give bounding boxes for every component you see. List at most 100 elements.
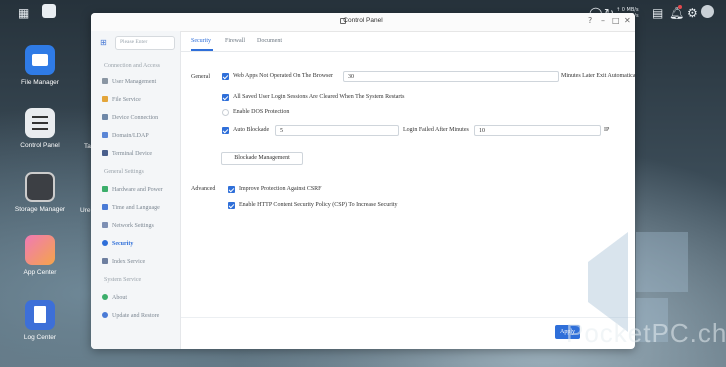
folder-icon <box>25 45 55 75</box>
sidebar-item-file-service[interactable]: File Service <box>102 94 178 106</box>
sidebar-item-label: Update and Restore <box>112 313 160 319</box>
notification-bell-icon[interactable]: 🔔︎ <box>669 6 684 20</box>
auto-logout-minutes-input[interactable]: 30 <box>343 71 559 82</box>
sidebar-item-index-service[interactable]: Index Service <box>102 256 178 268</box>
sidebar: ⊞ Please Enter Connection and Access Use… <box>91 31 181 349</box>
auto-blockade-checkbox[interactable] <box>222 127 229 134</box>
sidebar-item-label: User Management <box>112 79 157 85</box>
sidebar-section-general: General Settings <box>104 169 144 175</box>
user-avatar[interactable] <box>701 5 714 18</box>
blockade-management-button[interactable]: Blockade Management <box>221 152 303 165</box>
sidebar-item-label: Domain/LDAP <box>112 133 149 139</box>
advanced-heading: Advanced <box>191 186 216 192</box>
network-icon <box>102 222 108 228</box>
grid-view-icon[interactable]: ⊞ <box>100 38 107 47</box>
csp-checkbox[interactable] <box>228 202 235 209</box>
sidebar-item-about[interactable]: About <box>102 292 178 304</box>
clear-sessions-label: All Saved User Login Sessions Are Cleare… <box>233 94 405 100</box>
update-icon <box>102 312 108 318</box>
csp-label: Enable HTTP Content Security Policy (CSP… <box>239 202 398 208</box>
login-failed-label: Login Failed After Minutes <box>403 127 469 133</box>
widgets-icon[interactable]: ▤ <box>652 6 663 20</box>
ip-suffix: IP <box>604 127 610 133</box>
sidebar-item-label: Device Connection <box>112 115 159 121</box>
desktop-icon-label: File Manager <box>21 79 59 86</box>
info-icon <box>102 294 108 300</box>
minimize-icon[interactable]: – <box>601 16 605 25</box>
log-icon <box>25 300 55 330</box>
power-icon <box>102 186 108 192</box>
desktop-icon-label: Log Center <box>23 334 57 341</box>
auto-logout-label: Web Apps Not Operated On The Browser <box>233 73 334 79</box>
shield-icon <box>102 240 108 246</box>
sidebar-item-label: Network Settings <box>112 223 154 229</box>
login-failed-minutes-input[interactable]: 10 <box>474 125 601 136</box>
maximize-icon[interactable]: □ <box>612 16 620 25</box>
sidebar-item-label: About <box>112 295 127 301</box>
tab-firewall[interactable]: Firewall <box>225 38 245 44</box>
desktop-icon-log-center[interactable]: Log Center <box>5 300 75 341</box>
notification-badge <box>678 5 682 9</box>
user-icon <box>102 78 108 84</box>
domain-icon <box>102 132 108 138</box>
desktop-icon-label: Storage Manager <box>14 206 66 213</box>
sidebar-item-label: Time and Language <box>112 205 160 211</box>
csrf-label: Improve Protection Against CSRF <box>239 186 322 192</box>
tab-document[interactable]: Document <box>257 38 282 44</box>
tab-security[interactable]: Security <box>191 38 211 44</box>
sidebar-item-label: Index Service <box>112 259 146 265</box>
tab-bar: Security Firewall Document <box>181 31 635 52</box>
sidebar-item-time-language[interactable]: Time and Language <box>102 202 178 214</box>
blockade-attempts-input[interactable]: 5 <box>275 125 399 136</box>
help-icon[interactable]: ? <box>588 16 592 25</box>
sidebar-item-domain-ldap[interactable]: Domain/LDAP <box>102 130 178 142</box>
sidebar-item-update-restore[interactable]: Update and Restore <box>102 310 178 322</box>
general-heading: General <box>191 74 210 80</box>
app-grid-icon[interactable]: ▦ <box>18 6 29 20</box>
sidebar-search-input[interactable]: Please Enter <box>115 36 175 50</box>
close-icon[interactable]: ✕ <box>624 16 631 25</box>
settings-content: Security Firewall Document General Web A… <box>181 31 635 349</box>
desktop-icon-file-manager[interactable]: File Manager <box>5 45 75 86</box>
desktop-icon-control-panel[interactable]: Control Panel <box>5 108 75 149</box>
sliders-icon <box>25 108 55 138</box>
app-center-icon <box>25 235 55 265</box>
sidebar-item-security[interactable]: Security <box>102 238 178 250</box>
partial-desktop-label: Ure <box>80 207 91 214</box>
desktop-icon-storage-manager[interactable]: Storage Manager <box>5 172 75 213</box>
settings-icon[interactable]: ⚙ <box>687 6 698 20</box>
clock-icon <box>102 204 108 210</box>
device-icon <box>102 114 108 120</box>
index-icon <box>102 258 108 264</box>
csrf-checkbox[interactable] <box>228 186 235 193</box>
control-panel-window: Control Panel ? – □ ✕ ⊞ Please Enter Con… <box>91 13 635 349</box>
storage-icon <box>25 172 55 202</box>
window-title: Control Panel <box>343 17 383 24</box>
sidebar-item-terminal-device[interactable]: Terminal Device <box>102 148 178 160</box>
search-placeholder: Please Enter <box>120 39 148 45</box>
dos-protection-toggle[interactable] <box>222 109 229 116</box>
sidebar-item-user-management[interactable]: User Management <box>102 76 178 88</box>
file-icon <box>102 96 108 102</box>
sidebar-item-label: Security <box>112 241 134 247</box>
auto-logout-suffix: Minutes Later Exit Automatically <box>561 73 635 79</box>
partial-desktop-label: Ta <box>84 143 91 150</box>
sidebar-section-connection: Connection and Access <box>104 63 160 69</box>
desktop-icon-label: Control Panel <box>20 142 60 149</box>
active-tab-indicator <box>191 49 213 51</box>
terminal-icon <box>102 150 108 156</box>
desktop-icon-app-center[interactable]: App Center <box>5 235 75 276</box>
clear-sessions-checkbox[interactable] <box>222 94 229 101</box>
sidebar-item-hardware-power[interactable]: Hardware and Power <box>102 184 178 196</box>
sidebar-item-label: Terminal Device <box>112 151 153 157</box>
sidebar-item-label: File Service <box>112 97 141 103</box>
sidebar-item-label: Hardware and Power <box>112 187 163 193</box>
sidebar-section-system: System Service <box>104 277 142 283</box>
dos-protection-label: Enable DOS Protection <box>233 109 290 115</box>
window-titlebar[interactable]: Control Panel ? – □ ✕ <box>91 13 635 32</box>
sidebar-item-network-settings[interactable]: Network Settings <box>102 220 178 232</box>
auto-logout-checkbox[interactable] <box>222 73 229 80</box>
control-panel-taskbar-icon[interactable] <box>42 4 56 18</box>
desktop-icon-label: App Center <box>23 269 57 276</box>
sidebar-item-device-connection[interactable]: Device Connection <box>102 112 178 124</box>
